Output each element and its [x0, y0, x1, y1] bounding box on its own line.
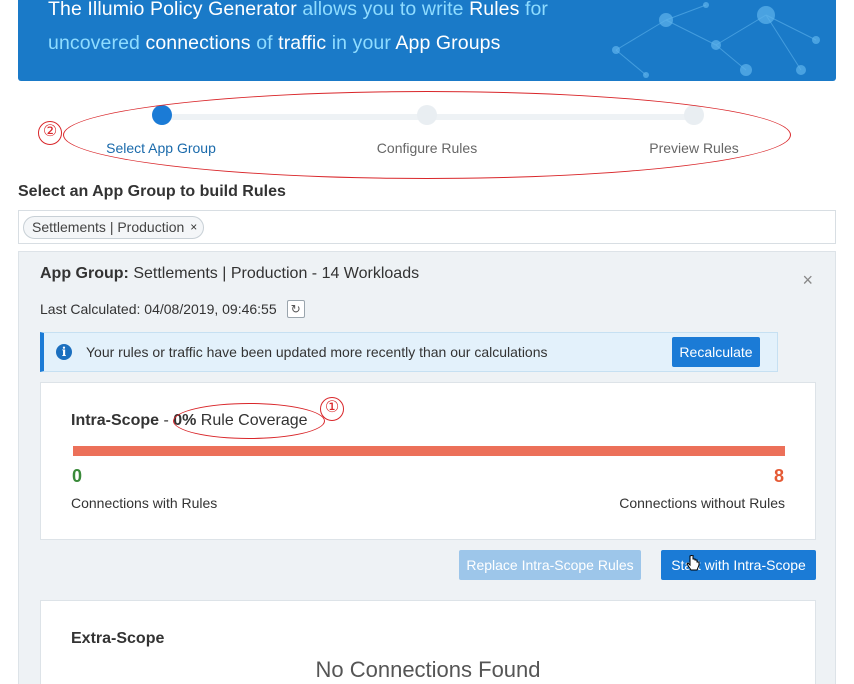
refresh-icon[interactable]: ↻: [286, 300, 305, 318]
connections-without-rules-count: 8: [773, 466, 784, 486]
connections-with-rules-count: 0: [72, 466, 83, 486]
last-calculated: Last Calculated: 04/08/2019, 09:46:55 ↻: [40, 300, 305, 318]
network-graphic: [612, 2, 820, 78]
info-icon: i: [56, 344, 72, 360]
panel-title: App Group: Settlements | Production - 14…: [40, 265, 419, 283]
selected-app-group-tag: Settlements | Production ×: [23, 216, 205, 239]
coverage-bar: [73, 446, 785, 456]
start-with-intra-scope-button[interactable]: Start with Intra-Scope: [661, 550, 816, 580]
title-separator: -: [159, 412, 174, 429]
intra-scope-label: Intra-Scope: [71, 412, 160, 429]
banner-text-part: Rules: [469, 0, 520, 20]
annotation-number-2: ②: [38, 121, 62, 145]
info-text: Your rules or traffic have been updated …: [86, 344, 548, 360]
section-title: Select an App Group to build Rules: [18, 183, 286, 200]
extra-scope-title: Extra-Scope: [71, 630, 164, 648]
close-icon[interactable]: ×: [802, 270, 813, 291]
connections-without-rules-label: Connections without Rules: [619, 495, 785, 511]
connections-with-rules-label: Connections with Rules: [71, 495, 218, 511]
banner-text-part: allows you to write: [296, 0, 470, 20]
banner-text-part: The Illumio Policy Generator: [48, 0, 297, 20]
annotation-ellipse-coverage: [173, 403, 325, 439]
extra-scope-label: Extra-Scope: [71, 630, 165, 647]
header-banner: The Illumio Policy Generator allows you …: [18, 0, 836, 81]
app-group-panel: App Group: Settlements | Production - 14…: [18, 251, 836, 684]
banner-text-part: for: [519, 0, 549, 20]
banner-text-part: traffic: [272, 32, 332, 54]
last-calculated-text: Last Calculated: 04/08/2019, 09:46:55: [40, 301, 277, 317]
recalculate-button[interactable]: Recalculate: [672, 337, 760, 367]
replace-intra-scope-rules-button[interactable]: Replace Intra-Scope Rules: [459, 550, 641, 580]
banner-text-part: in your: [331, 32, 391, 54]
empty-state-text: No Connections Found: [315, 657, 541, 682]
app-group-selector[interactable]: Settlements | Production ×: [18, 210, 836, 244]
annotation-number-1: ①: [320, 397, 344, 421]
intra-scope-card: Intra-Scope - 0% Rule Coverage 0 8 Conne…: [40, 382, 816, 540]
banner-text-part: uncovered: [48, 32, 140, 54]
hand-cursor-icon: [686, 555, 700, 571]
banner-text-part: of: [256, 32, 273, 54]
annotation-ellipse-stepper: [63, 91, 791, 179]
banner-text-part: App Groups: [390, 32, 501, 54]
panel-title-label: App Group:: [40, 265, 129, 282]
tag-label: Settlements | Production: [32, 219, 185, 235]
panel-title-value: Settlements | Production - 14 Workloads: [128, 265, 420, 282]
banner-text-part: connections: [139, 32, 257, 54]
info-alert: i Your rules or traffic have been update…: [40, 332, 778, 372]
remove-tag-icon[interactable]: ×: [190, 217, 197, 238]
banner-text: The Illumio Policy Generator allows you …: [48, 0, 548, 60]
extra-scope-card: Extra-Scope No Connections Found: [40, 600, 816, 684]
